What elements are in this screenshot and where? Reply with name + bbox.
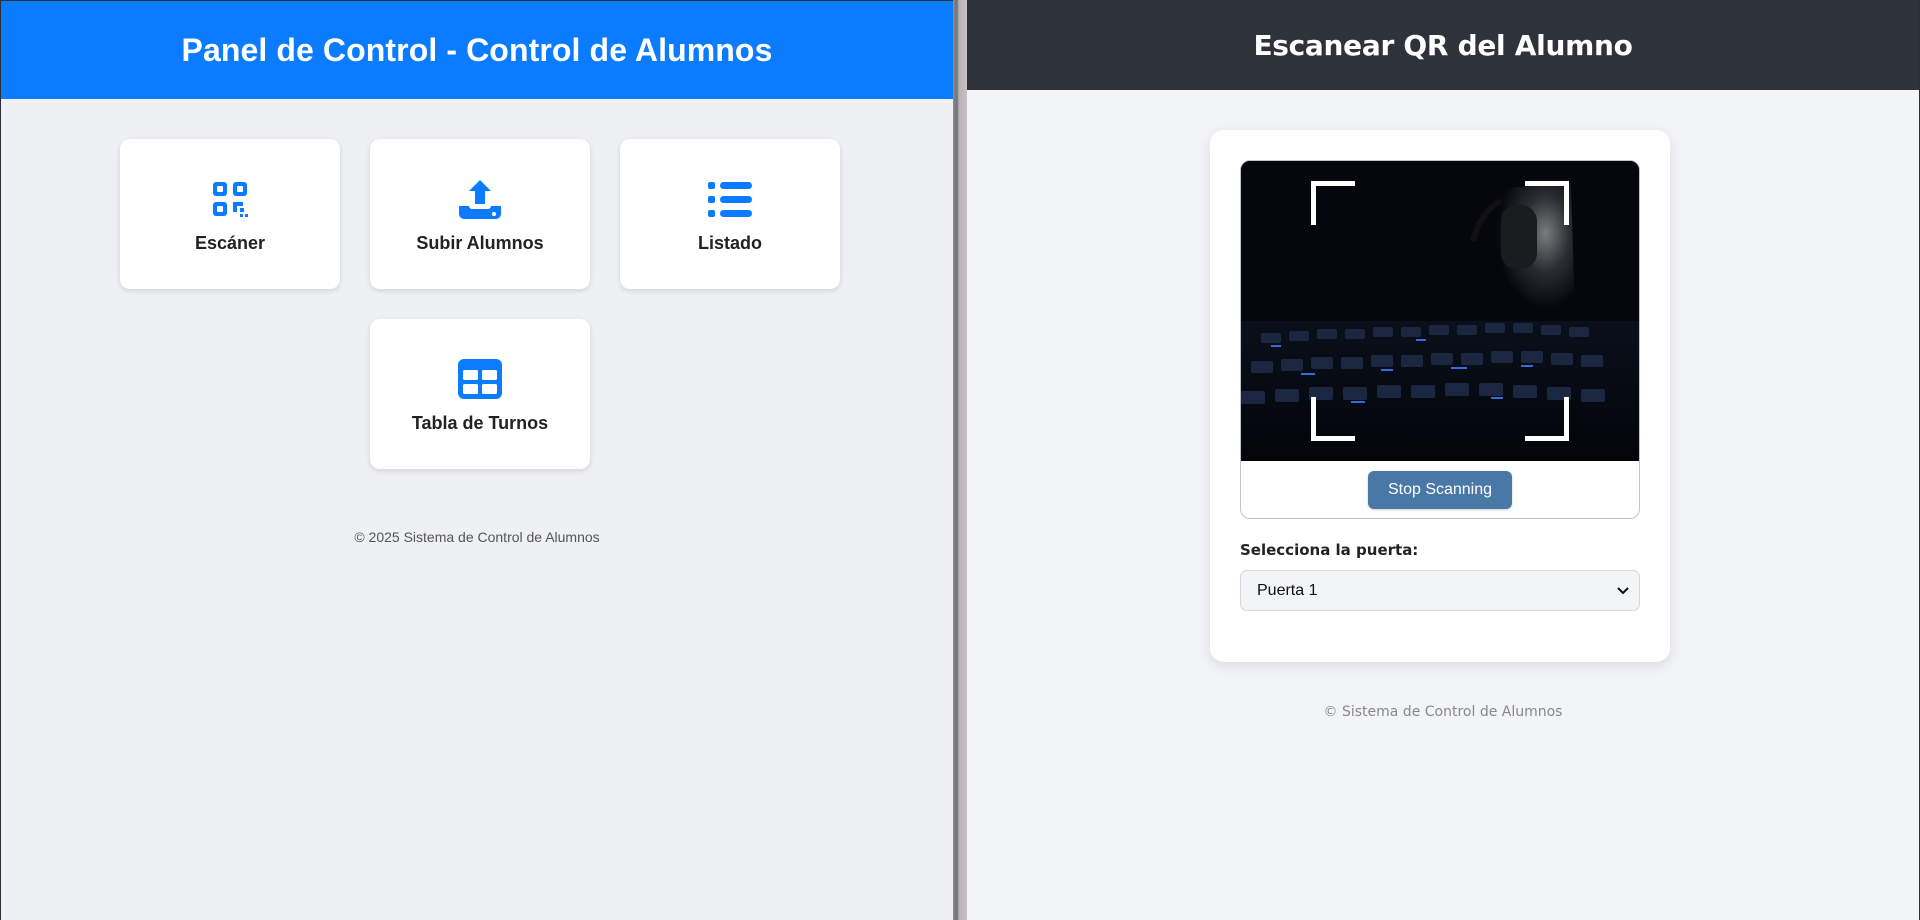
stop-scanning-button[interactable]: Stop Scanning <box>1368 470 1512 509</box>
left-footer: © 2025 Sistema de Control de Alumnos <box>354 529 600 545</box>
scanner-card[interactable]: Escáner <box>120 139 340 289</box>
scan-frame-corner <box>1525 397 1569 441</box>
table-icon <box>456 355 504 403</box>
menu-cards: Escáner Subir Alumnos Listado Tabla de T… <box>1 99 953 499</box>
scanner-card-panel: Stop Scanning Selecciona la puerta: Puer… <box>1210 130 1670 662</box>
chevron-down-icon <box>1617 582 1629 600</box>
scanner-header: Escanear QR del Alumno <box>967 0 1919 90</box>
gate-selected-value: Puerta 1 <box>1257 581 1318 599</box>
upload-students-card[interactable]: Subir Alumnos <box>370 139 590 289</box>
page-title: Panel de Control - Control de Alumnos <box>181 31 773 68</box>
browser-split-view: Panel de Control - Control de Alumnos Es… <box>0 0 1920 920</box>
control-panel-header: Panel de Control - Control de Alumnos <box>1 1 953 99</box>
scanner-controls: Stop Scanning <box>1241 461 1639 518</box>
upload-students-label: Subir Alumnos <box>416 232 544 253</box>
right-footer: © Sistema de Control de Alumnos <box>1323 704 1563 720</box>
list-card-label: Listado <box>697 232 762 253</box>
upload-icon <box>456 175 504 223</box>
scan-frame-corner <box>1311 181 1355 225</box>
scanner-title: Escanear QR del Alumno <box>1253 28 1633 62</box>
scan-frame-corner <box>1311 397 1355 441</box>
shifts-table-label: Tabla de Turnos <box>411 412 549 433</box>
shifts-table-card[interactable]: Tabla de Turnos <box>370 319 590 469</box>
qr-reader: Stop Scanning <box>1240 160 1640 519</box>
control-panel-pane: Panel de Control - Control de Alumnos Es… <box>0 0 953 920</box>
list-icon <box>706 175 754 223</box>
scanner-card-label: Escáner <box>194 232 266 253</box>
camera-feed <box>1241 161 1639 461</box>
list-card[interactable]: Listado <box>620 139 840 289</box>
scan-frame-corner <box>1525 181 1569 225</box>
qr-scanner-pane: Escanear QR del Alumno Stop Scanning Sel… <box>967 0 1920 920</box>
qr-code-icon <box>206 175 254 223</box>
pane-divider[interactable] <box>953 0 967 920</box>
gate-select-label: Selecciona la puerta: <box>1240 541 1419 559</box>
gate-select[interactable]: Puerta 1 <box>1240 570 1640 611</box>
